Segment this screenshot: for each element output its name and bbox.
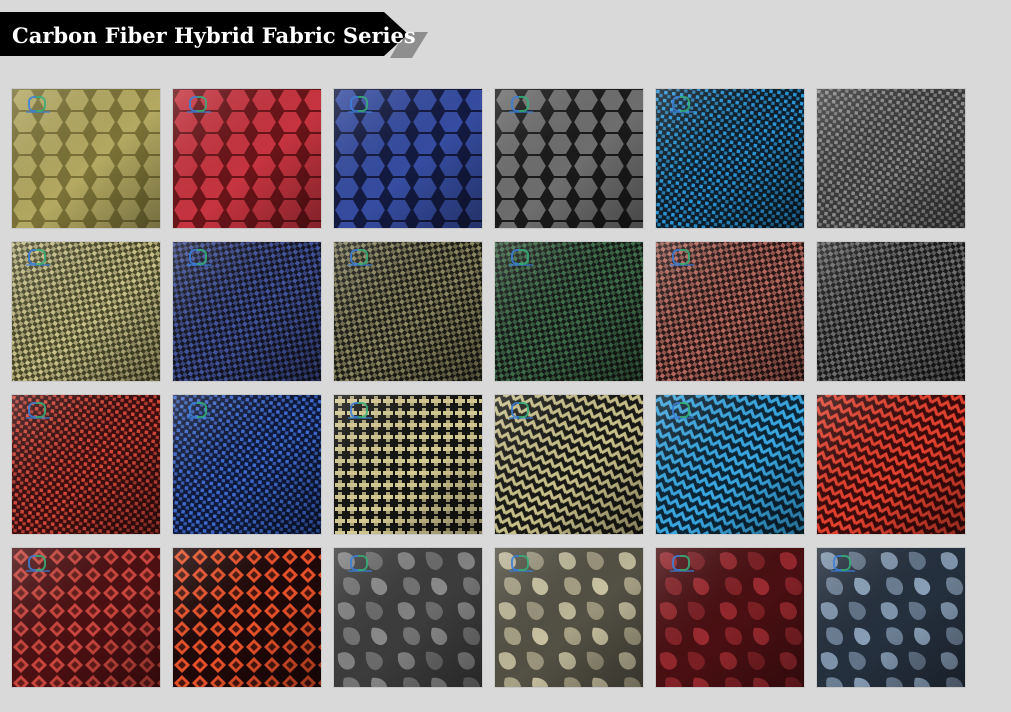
brand-logo-icon (831, 555, 855, 573)
brand-logo-icon (509, 249, 533, 267)
brand-logo-icon (26, 96, 50, 114)
fabric-image-black-twill-fabric (817, 242, 965, 381)
fabric-image-green-twill-fabric (495, 242, 643, 381)
fabric-gallery (12, 89, 966, 687)
fabric-image-orange-diamond-fabric (173, 548, 321, 687)
fabric-image-red-zigzag-fabric (817, 395, 965, 534)
brand-logo-icon (670, 402, 694, 420)
brand-logo-icon (670, 555, 694, 573)
brand-logo-icon (348, 555, 372, 573)
brand-logo-icon (348, 96, 372, 114)
fabric-image-blue-hexagon-fabric (334, 89, 482, 228)
fabric-image-red-jacquard-fabric (12, 395, 160, 534)
fabric-image-blue-plain-fabric (656, 89, 804, 228)
fabric-image-grey-roll-fabric (817, 89, 965, 228)
fabric-image-aramid-zigzag-fabric (495, 395, 643, 534)
fabric-image-red-diamond-fabric (12, 548, 160, 687)
fabric-image-aramid-cross-fabric (334, 395, 482, 534)
brand-logo-icon (509, 555, 533, 573)
brand-logo-icon (509, 96, 533, 114)
brand-logo-icon (670, 96, 694, 114)
fabric-image-blue-jacquard-fabric (173, 395, 321, 534)
fabric-image-aramid-twill-fabric (12, 242, 160, 381)
brand-logo-icon (187, 249, 211, 267)
fabric-image-blue-twill-fabric (173, 242, 321, 381)
brand-logo-icon (348, 402, 372, 420)
brand-logo-icon (26, 402, 50, 420)
brand-logo-icon (187, 402, 211, 420)
brand-logo-icon (26, 555, 50, 573)
brand-logo-icon (26, 249, 50, 267)
fabric-image-light-blue-weave-fabric (656, 395, 804, 534)
section-banner: Carbon Fiber Hybrid Fabric Series (0, 10, 430, 60)
fabric-image-red-camo-fabric (656, 548, 804, 687)
fabric-image-blue-camo-fabric (817, 548, 965, 687)
fabric-image-red-hexagon-fabric (173, 89, 321, 228)
brand-logo-icon (509, 402, 533, 420)
brand-logo-icon (187, 96, 211, 114)
fabric-image-tan-camo-fabric (495, 548, 643, 687)
fabric-image-gold-twill-fabric (334, 242, 482, 381)
fabric-image-grey-camo-fabric (334, 548, 482, 687)
fabric-image-black-hexagon-fabric (495, 89, 643, 228)
fabric-image-aramid-hexagon-fabric (12, 89, 160, 228)
brand-logo-icon (670, 249, 694, 267)
page-title: Carbon Fiber Hybrid Fabric Series (12, 23, 416, 48)
fabric-image-red-twill-fabric (656, 242, 804, 381)
brand-logo-icon (348, 249, 372, 267)
